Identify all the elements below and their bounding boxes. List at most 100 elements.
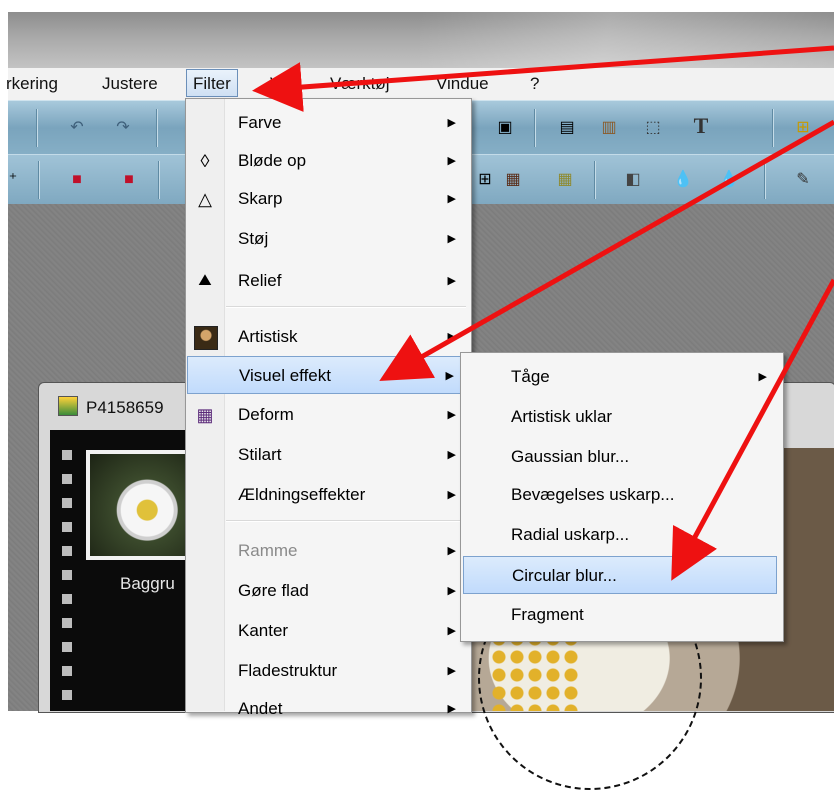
mona-lisa-icon [194,326,218,350]
layer-thumbnail[interactable] [86,450,198,560]
thumbnail-image [90,454,194,556]
menu-item-visuel-effekt[interactable]: Visuel effekt ▶ [187,356,469,394]
menu-item-label: Andet [238,699,283,718]
selection-icon[interactable]: ⬚ [642,117,664,139]
menu-item-label: Skarp [238,189,283,208]
submenu-arrow-icon: ▶ [447,489,456,501]
menu-item-andet[interactable]: Andet ▶ [186,690,470,728]
toolbar-separator [158,161,159,199]
text-tool-icon[interactable]: T [690,115,712,137]
toolbar-separator [534,109,535,147]
drop-icon[interactable]: 💧 [672,169,694,191]
submenu-arrow-icon: ▶ [447,585,456,597]
toolbar-separator [156,109,157,147]
menu-item-farve[interactable]: Farve ▶ [186,104,470,142]
color-add-icon[interactable]: ⁺ [2,169,24,191]
menu-item-label: Tåge [511,367,550,386]
film-perforation [62,642,72,652]
submenu-arrow-icon: ▶ [447,117,456,129]
menu-vis[interactable]: Vis [264,68,299,100]
paste-person-icon[interactable]: ▥ [598,117,620,139]
submenu-arrow-icon: ▶ [447,665,456,677]
menu-item-label: Deform [238,405,294,424]
menu-item-bloede-op[interactable]: ◊ Bløde op ▶ [186,142,470,180]
copy-person-icon[interactable]: ▤ [556,117,578,139]
menu-item-label: Stilart [238,445,282,464]
menu-item-label: Visuel effekt [239,366,331,385]
menu-item-aeldningseffekter[interactable]: Ældningseffekter ▶ [186,476,470,514]
menu-item-fladestruktur[interactable]: Fladestruktur ▶ [186,652,470,690]
menu-item-kanter[interactable]: Kanter ▶ [186,612,470,650]
toolbar-separator [772,109,773,147]
document-image-icon [58,396,78,416]
submenu-item-fragment[interactable]: Fragment [461,596,781,634]
film-perforation [62,666,72,676]
menu-item-goere-flad[interactable]: Gøre flad ▶ [186,572,470,610]
submenu-item-circular-blur[interactable]: Circular blur... [463,556,777,594]
menu-item-label: Circular blur... [512,566,617,585]
menu-item-label: Bløde op [238,151,307,170]
undo-icon[interactable]: ↶ [66,117,88,139]
film-perforation [62,570,72,580]
submenu-arrow-icon: ▶ [758,371,767,383]
mosaic-dark-icon[interactable]: ▦ [502,169,524,191]
submenu-arrow-icon: ▶ [447,625,456,637]
menu-item-skarp[interactable]: △ Skarp ▶ [186,180,470,218]
menu-help[interactable]: ? [524,68,545,100]
redo-icon[interactable]: ↷ [112,117,134,139]
menu-separator [226,520,466,522]
menu-markering[interactable]: rkering [0,68,64,100]
menu-item-stilart[interactable]: Stilart ▶ [186,436,470,474]
toolbar-separator [764,161,765,199]
submenu-item-bevaegelses-uskarp[interactable]: Bevægelses uskarp... [461,476,781,514]
film-perforation [62,618,72,628]
color-add-plus-icon[interactable]: ■ [118,169,140,191]
film-perforation [62,450,72,460]
menu-item-label: Bevægelses uskarp... [511,485,675,504]
film-perforation [62,498,72,508]
submenu-item-taage[interactable]: Tåge ▶ [461,358,781,396]
menu-item-relief[interactable]: ⛰ Relief ▶ [186,262,470,300]
toolbar-separator [594,161,595,199]
film-perforation [62,546,72,556]
menu-item-ramme: Ramme ▶ [186,532,470,570]
menu-item-stoej[interactable]: Støj ▶ [186,220,470,258]
submenu-arrow-icon: ▶ [447,233,456,245]
menu-item-label: Fladestruktur [238,661,338,680]
menu-filter[interactable]: Filter [186,69,238,97]
layers-tree-icon[interactable]: ⊞ [792,117,814,139]
menu-vaerktoej[interactable]: Værktøj [324,68,396,100]
submenu-arrow-icon: ▶ [447,193,456,205]
menu-item-label: Støj [238,229,269,248]
person-frame-icon[interactable]: ▣ [494,117,516,139]
submenu-item-gaussian-blur[interactable]: Gaussian blur... [461,438,781,476]
color-subtract-icon[interactable]: ■ [66,169,88,191]
menu-item-artistisk[interactable]: Artistisk ▶ [186,318,470,356]
menu-vindue[interactable]: Vindue [430,68,495,100]
droplet-icon: ◊ [200,151,210,171]
menu-item-deform[interactable]: ▦ Deform ▶ [186,396,470,434]
submenu-arrow-icon: ▶ [445,370,454,382]
submenu-item-artistisk-uklar[interactable]: Artistisk uklar [461,398,781,436]
menu-item-label: Relief [238,271,282,290]
triangle-icon: △ [198,189,212,209]
menu-item-label: Artistisk uklar [511,407,613,426]
submenu-arrow-icon: ▶ [447,275,456,287]
submenu-arrow-icon: ▶ [447,449,456,461]
submenu-item-radial-uskarp[interactable]: Radial uskarp... [461,516,781,554]
menu-item-label: Gøre flad [238,581,309,600]
toolbar-separator [36,109,37,147]
deform-grid-icon: ▦ [196,405,214,425]
tool-icon[interactable]: ✎ [792,169,814,191]
mosaic-olive-icon[interactable]: ▦ [554,169,576,191]
menu-item-label: Fragment [511,605,584,624]
menu-item-label: Artistisk [238,327,298,346]
submenu-arrow-icon: ▶ [447,545,456,557]
drops-icon[interactable]: 💧 [718,169,740,191]
toolbar-separator [38,161,39,199]
mosaic-icon[interactable]: ⊞ [474,169,496,191]
gradient-icon[interactable]: ◧ [622,169,644,191]
menu-justere[interactable]: Justere [96,68,164,100]
film-perforation [62,474,72,484]
film-perforation [62,690,72,700]
